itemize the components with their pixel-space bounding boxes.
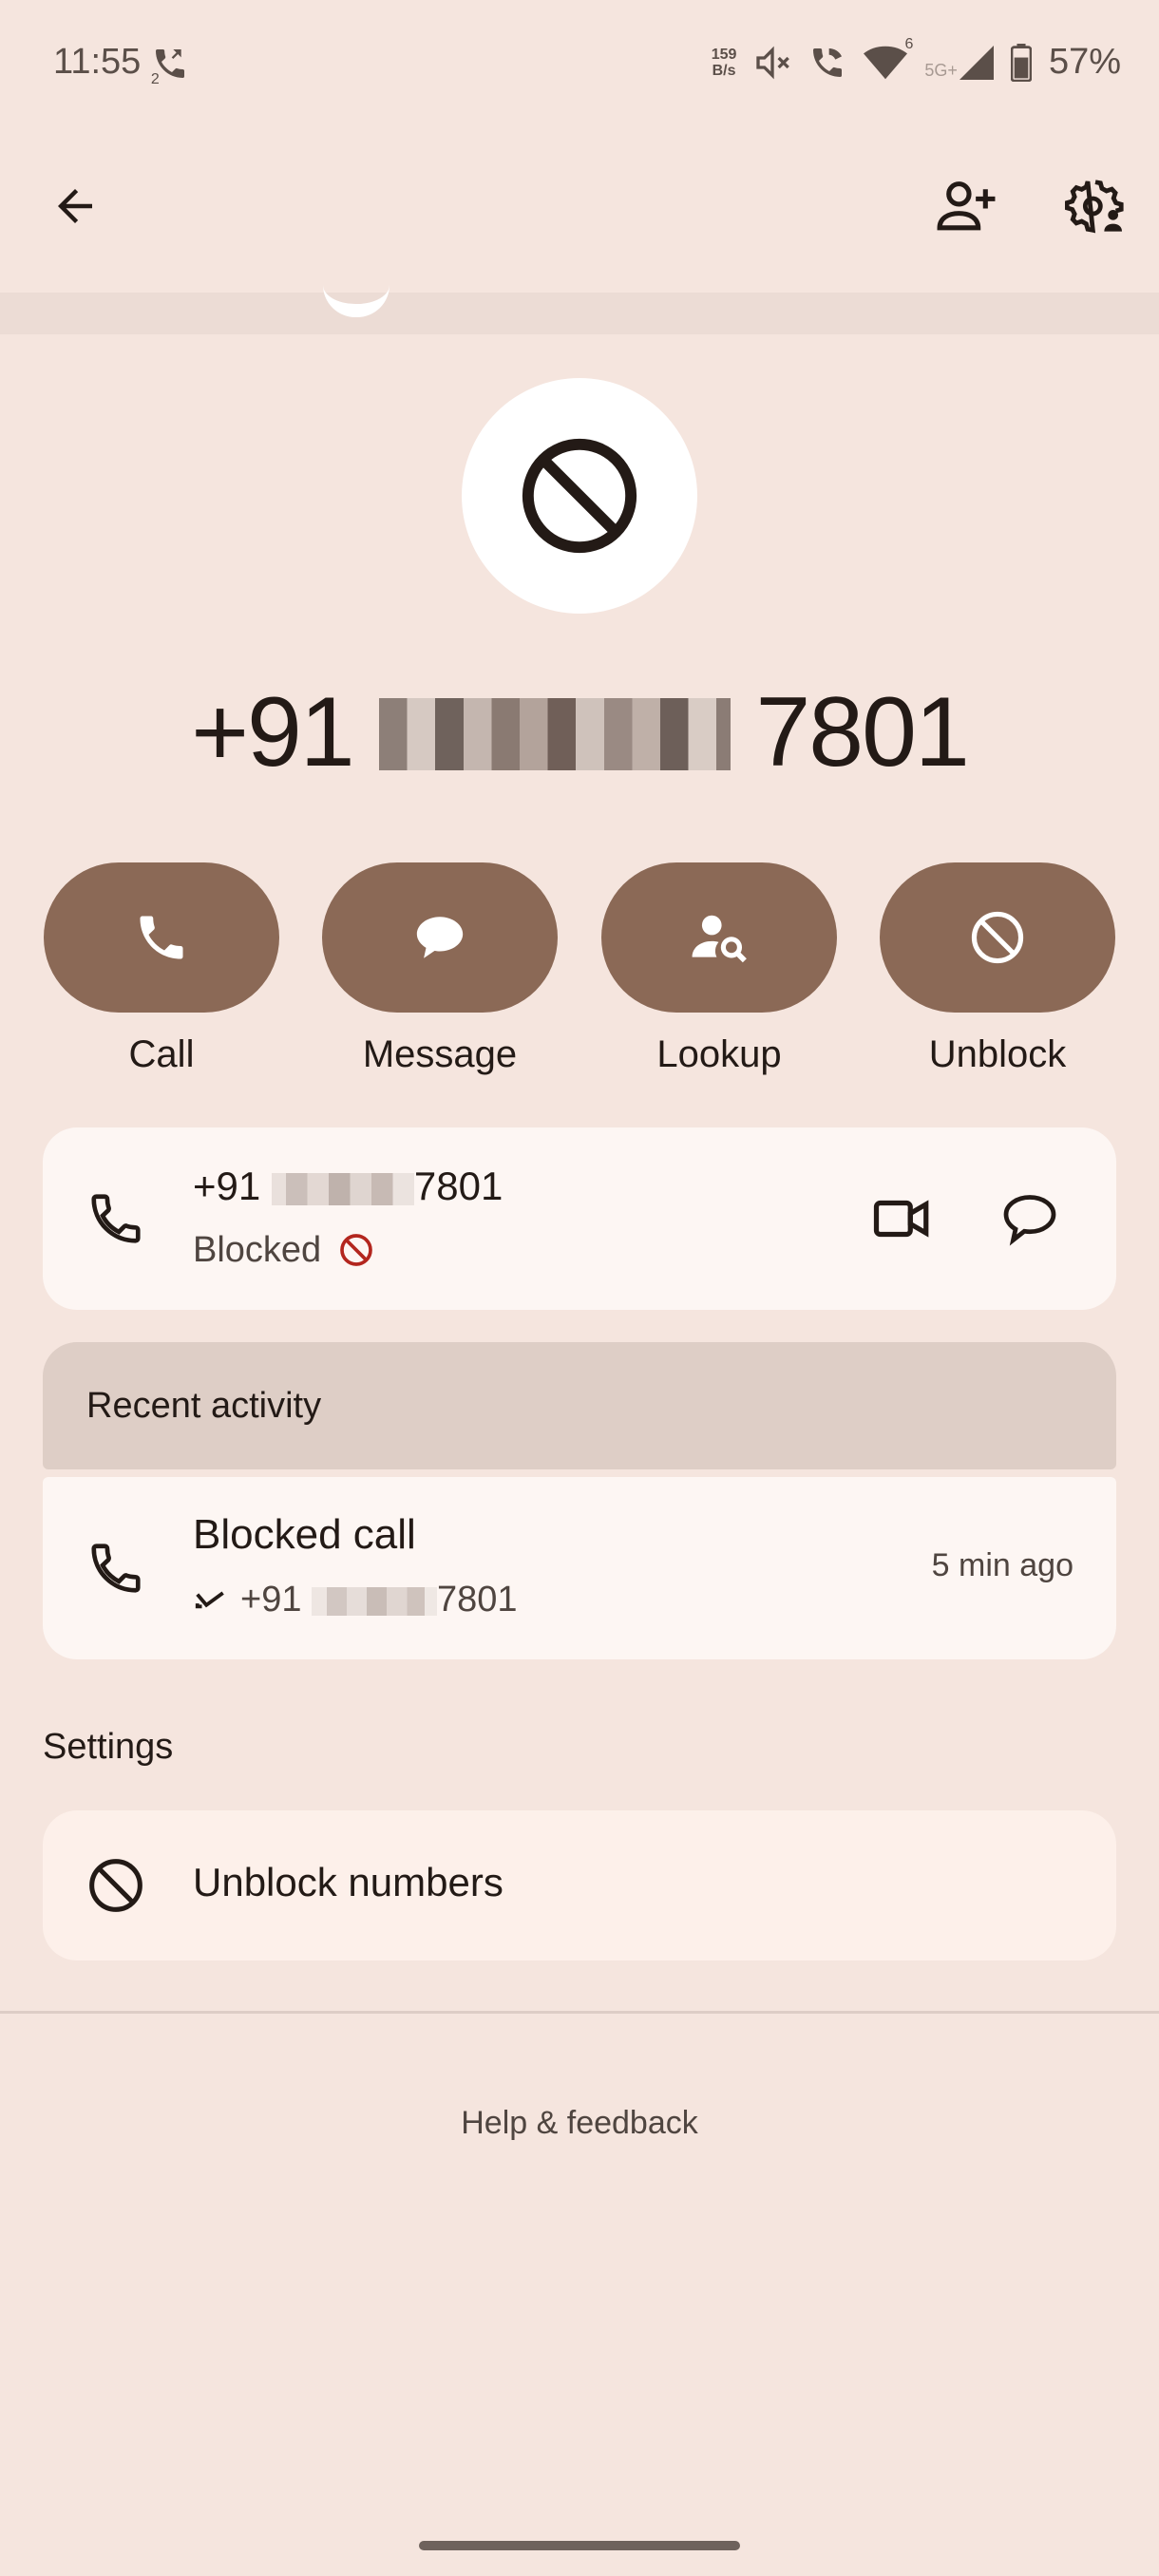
- settings-title: Settings: [43, 1727, 174, 1767]
- redacted-digits: [271, 1172, 414, 1205]
- send-message-button[interactable]: [987, 1176, 1073, 1261]
- contact-number: +91 7801: [191, 677, 970, 787]
- call-number-button[interactable]: [73, 1176, 159, 1261]
- recent-activity-item[interactable]: Blocked call +91 7801 5 min ago: [43, 1477, 1116, 1659]
- number-card: +91 7801 Blocked: [43, 1127, 1116, 1310]
- status-time: 11:55 2: [53, 42, 193, 87]
- recent-activity-title: Recent activity: [86, 1386, 322, 1426]
- phone-outline-icon: [91, 1194, 141, 1243]
- wifi-icon: 6: [864, 36, 913, 82]
- header-divider-strip: [0, 293, 1159, 334]
- lookup-button[interactable]: [601, 862, 837, 1013]
- section-divider: [0, 2011, 1159, 2014]
- message-action[interactable]: Message: [322, 862, 558, 1076]
- block-icon: [89, 1859, 142, 1912]
- call-button[interactable]: [44, 862, 279, 1013]
- unblock-button[interactable]: [880, 862, 1115, 1013]
- card-number: +91 7801: [193, 1164, 504, 1208]
- entry-time: 5 min ago: [931, 1547, 1074, 1583]
- settings-button[interactable]: [1053, 163, 1138, 249]
- video-call-button[interactable]: [860, 1176, 945, 1261]
- battery-icon: [1010, 43, 1032, 82]
- phone-outline-icon: [91, 1544, 141, 1593]
- message-button[interactable]: [322, 862, 558, 1013]
- arrow-back-icon: [58, 189, 92, 223]
- unblock-numbers-item[interactable]: Unblock numbers: [43, 1810, 1116, 1960]
- manage-accounts-icon: [1065, 180, 1124, 234]
- message-icon: [416, 917, 464, 958]
- unblock-numbers-icon-box: [73, 1843, 159, 1928]
- contact-avatar: [462, 378, 697, 614]
- cell-signal-icon: 5G+: [924, 45, 994, 81]
- redacted-digits: [378, 697, 731, 770]
- help-feedback-link[interactable]: Help & feedback: [0, 2105, 1159, 2142]
- add-contact-button[interactable]: [923, 163, 1009, 249]
- message-label: Message: [362, 1033, 518, 1075]
- entry-title: Blocked call: [193, 1511, 416, 1558]
- call-label: Call: [128, 1033, 195, 1075]
- lookup-action[interactable]: Lookup: [601, 862, 837, 1076]
- videocam-icon: [873, 1200, 929, 1238]
- blocked-status: Blocked: [193, 1230, 375, 1271]
- unblock-numbers-label: Unblock numbers: [193, 1860, 504, 1904]
- wifi-calling-icon: [808, 44, 846, 82]
- home-gesture-bar[interactable]: [419, 2541, 740, 2550]
- back-button[interactable]: [32, 163, 118, 249]
- net-speed: 159 B/s: [711, 46, 737, 79]
- lookup-label: Lookup: [656, 1033, 782, 1075]
- unblock-label: Unblock: [928, 1033, 1067, 1075]
- call-history-icon-box: [73, 1525, 159, 1611]
- recent-activity-header: Recent activity: [43, 1342, 1116, 1469]
- blocked-call-arrow-icon: [195, 1591, 224, 1609]
- lookup-icon: [692, 915, 747, 963]
- person-add-icon: [937, 181, 996, 231]
- block-icon: [522, 438, 637, 554]
- block-icon: [971, 911, 1024, 964]
- call-action[interactable]: Call: [44, 862, 279, 1076]
- chat-bubble-icon: [1003, 1195, 1056, 1246]
- blocked-red-icon: [339, 1234, 372, 1266]
- unblock-action[interactable]: Unblock: [880, 862, 1115, 1076]
- battery-percent: 57%: [1048, 42, 1121, 82]
- phone-icon: [140, 916, 183, 959]
- redacted-digits: [312, 1586, 438, 1616]
- entry-number: +91 7801: [193, 1580, 518, 1620]
- status-icons: 159 B/s 6 5G+ 57%: [711, 36, 1121, 83]
- vibrate-off-icon: [753, 44, 791, 82]
- call-forward-icon: 2: [151, 45, 193, 87]
